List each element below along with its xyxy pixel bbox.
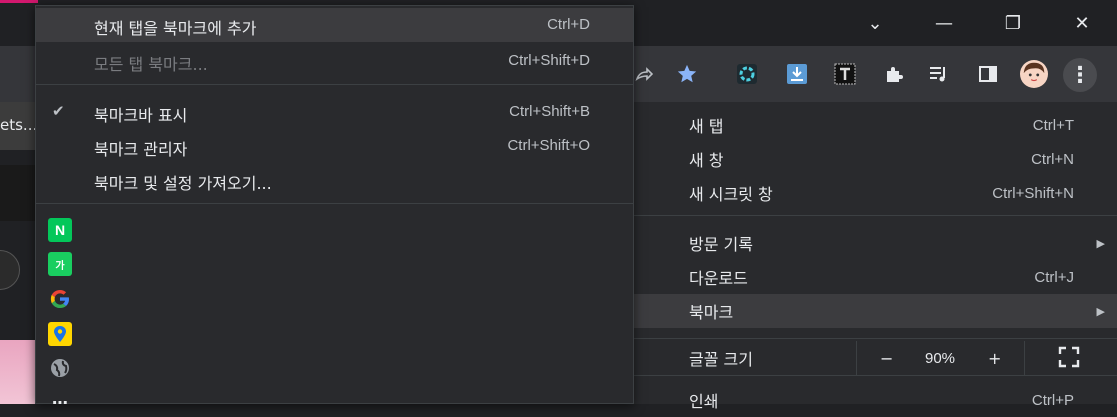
menu-item-label: 현재 탭을 북마크에 추가 (94, 19, 257, 38)
profile-avatar[interactable] (1020, 60, 1048, 88)
menu-item-label: 북마크바 표시 (94, 106, 188, 125)
tab-fragment-label: ets... (0, 116, 38, 134)
menu-item-label: 방문 기록 (689, 235, 753, 254)
menu-item-label: 다운로드 (689, 269, 748, 288)
zoom-divider (1024, 341, 1025, 375)
more-vert-icon: ⋮ (1069, 62, 1091, 88)
menu-item-shortcut: Ctrl+Shift+D (508, 52, 590, 69)
menu-item-label: 북마크 및 설정 가져오기... (94, 174, 272, 193)
menu-item-bookmark-all-tabs: 모든 탭 북마크... Ctrl+Shift+D (36, 44, 633, 78)
menu-item-shortcut: Ctrl+T (1032, 116, 1074, 134)
menu-item-shortcut: Ctrl+J (1034, 268, 1074, 286)
google-icon (50, 290, 69, 308)
naver-dictionary-favicon[interactable]: 가 (48, 252, 72, 276)
chevron-down-icon: ⌄ (867, 12, 883, 34)
zoom-in-button[interactable]: + (988, 349, 1001, 368)
zoom-divider (856, 341, 857, 375)
menu-item-new-window[interactable]: 새 창 Ctrl+N (634, 142, 1117, 176)
menu-item-new-tab[interactable]: 새 탭 Ctrl+T (634, 108, 1117, 142)
submenu-arrow-icon: ▶ (1096, 304, 1105, 318)
menu-item-label: 새 창 (689, 151, 724, 170)
extension-text-icon[interactable] (831, 60, 859, 88)
menu-item-bookmark-this-tab[interactable]: 현재 탭을 북마크에 추가 Ctrl+D (36, 8, 633, 42)
menu-separator (36, 84, 633, 85)
naver-icon: N (54, 222, 66, 238)
bookmark-star-icon[interactable] (673, 60, 701, 88)
menu-separator (634, 338, 1117, 339)
zoom-level: 90% (925, 349, 956, 367)
menu-item-shortcut: Ctrl+Shift+N (992, 184, 1074, 202)
minimize-button[interactable]: — (921, 0, 967, 46)
close-window-button[interactable]: ✕ (1059, 0, 1105, 46)
active-tab-indicator (0, 0, 38, 3)
menu-item-label: 새 탭 (689, 117, 724, 136)
apps-grid-icon: ⋯ (52, 392, 68, 412)
submenu-arrow-icon: ▶ (1096, 236, 1105, 250)
menu-item-bookmark-manager[interactable]: 북마크 관리자 Ctrl+Shift+O (36, 129, 633, 163)
bookmarks-submenu: 현재 탭을 북마크에 추가 Ctrl+D 모든 탭 북마크... Ctrl+Sh… (35, 5, 634, 412)
menu-item-print[interactable]: 인쇄 Ctrl+P (634, 383, 1117, 417)
google-favicon[interactable] (48, 287, 72, 311)
extension-camera-icon[interactable] (733, 60, 761, 88)
extensions-puzzle-icon[interactable] (880, 60, 908, 88)
apps-favicon[interactable]: ⋯ (48, 390, 72, 414)
tab-search-button[interactable]: ⌄ (852, 0, 898, 46)
checkmark-icon: ✔ (52, 102, 65, 120)
menu-separator (36, 203, 633, 204)
menu-item-label: 북마크 관리자 (94, 140, 188, 159)
menu-item-history[interactable]: 방문 기록 ▶ (634, 226, 1117, 260)
page-image-fragment (0, 340, 38, 404)
menu-item-label: 인쇄 (689, 392, 719, 411)
menu-item-new-incognito[interactable]: 새 시크릿 창 Ctrl+Shift+N (634, 176, 1117, 210)
restore-button[interactable]: ❐ (990, 0, 1036, 46)
fullscreen-button[interactable] (1058, 346, 1080, 372)
page-tab-fragment[interactable]: ets... (0, 102, 38, 150)
menu-item-show-bookmarks-bar[interactable]: ✔ 북마크바 표시 Ctrl+Shift+B (36, 95, 633, 129)
extension-download-icon[interactable] (783, 60, 811, 88)
zoom-out-button[interactable]: − (880, 349, 893, 368)
maps-favicon[interactable] (48, 322, 72, 346)
menu-item-shortcut: Ctrl+D (547, 16, 590, 33)
close-icon: ✕ (1074, 12, 1090, 34)
menu-item-shortcut: Ctrl+Shift+O (507, 137, 590, 154)
menu-item-label: 새 시크릿 창 (689, 185, 773, 204)
page-band (0, 165, 38, 221)
menu-item-shortcut: Ctrl+P (1031, 391, 1074, 409)
menu-item-zoom: 글꼴 크기 − 90% + (634, 341, 1117, 375)
naver-favicon[interactable]: N (48, 218, 72, 242)
globe-icon (51, 359, 69, 377)
dictionary-icon: 가 (55, 260, 65, 272)
restore-icon: ❐ (1004, 12, 1022, 34)
menu-separator (634, 215, 1117, 216)
menu-item-label: 모든 탭 북마크... (94, 55, 208, 74)
fullscreen-icon (1058, 346, 1080, 368)
chrome-main-menu: 새 탭 Ctrl+T 새 창 Ctrl+N 새 시크릿 창 Ctrl+Shift… (634, 102, 1117, 411)
menu-item-downloads[interactable]: 다운로드 Ctrl+J (634, 260, 1117, 294)
globe-favicon[interactable] (48, 356, 72, 380)
menu-separator (634, 375, 1117, 376)
menu-item-label: 북마크 (689, 303, 734, 322)
media-control-icon[interactable] (925, 60, 953, 88)
menu-item-bookmarks[interactable]: 북마크 ▶ (634, 294, 1117, 328)
side-panel-icon[interactable] (974, 60, 1002, 88)
menu-item-label: 글꼴 크기 (689, 350, 753, 369)
chrome-menu-button[interactable]: ⋮ (1063, 58, 1097, 92)
map-pin-icon (54, 326, 66, 342)
menu-item-shortcut: Ctrl+Shift+B (509, 103, 590, 120)
menu-item-import-bookmarks[interactable]: 북마크 및 설정 가져오기... (36, 163, 633, 197)
minimize-icon: — (935, 12, 953, 34)
menu-item-shortcut: Ctrl+N (1031, 150, 1074, 168)
